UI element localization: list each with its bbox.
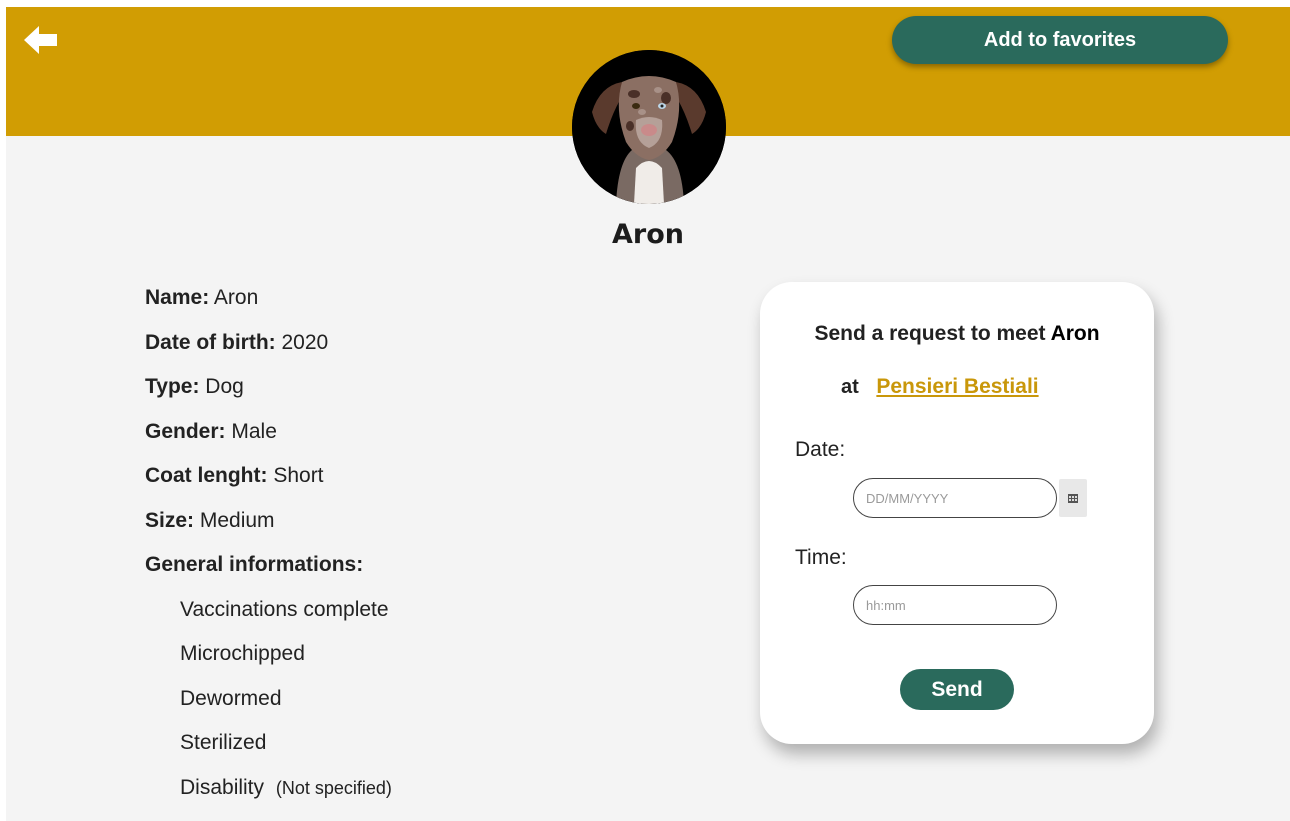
detail-value: Aron	[213, 286, 259, 309]
date-input[interactable]	[853, 478, 1057, 518]
venue-row: at Pensieri Bestiali	[841, 375, 1039, 399]
info-item-microchipped: Microchipped	[180, 642, 305, 665]
disability-note: (Not specified)	[275, 777, 392, 798]
detail-label: Coat lenght:	[145, 464, 268, 487]
card-title: Send a request to meet Aron	[760, 322, 1154, 346]
info-item-label: Disability	[180, 775, 265, 799]
detail-value: 2020	[281, 330, 329, 354]
detail-value: Medium	[199, 508, 275, 532]
at-label: at	[841, 376, 859, 398]
meet-request-card: Send a request to meet Aron at Pensieri …	[760, 282, 1154, 744]
detail-coat-length: Coat lenght: Short	[145, 461, 392, 506]
card-pet-name: Aron	[1050, 322, 1100, 345]
detail-label: Name:	[145, 286, 210, 309]
detail-name: Name: Aron	[145, 283, 392, 328]
detail-gender: Gender: Male	[145, 417, 392, 462]
send-button[interactable]: Send	[900, 669, 1014, 710]
detail-value: Short	[273, 464, 324, 487]
arrow-left-icon	[24, 26, 57, 54]
time-label: Time:	[795, 546, 847, 569]
detail-size: Size: Medium	[145, 506, 392, 551]
detail-label: Type:	[145, 375, 200, 398]
detail-date-of-birth: Date of birth: 2020	[145, 328, 392, 373]
detail-type: Type: Dog	[145, 372, 392, 417]
info-item-dewormed: Dewormed	[180, 686, 282, 710]
page: Add to favorites Aron Name: Aron Date of…	[6, 7, 1290, 821]
detail-label: Gender:	[145, 419, 226, 443]
back-button[interactable]	[24, 26, 58, 54]
calendar-button[interactable]	[1059, 479, 1087, 517]
detail-label: Size:	[145, 508, 195, 532]
info-item-disability: Disability (Not specified)	[145, 773, 392, 818]
venue-link[interactable]: Pensieri Bestiali	[876, 375, 1038, 398]
calendar-icon	[1068, 493, 1078, 503]
pet-avatar	[572, 50, 726, 204]
dog-photo	[572, 50, 726, 204]
info-item-vaccinations: Vaccinations complete	[180, 597, 389, 621]
add-to-favorites-button[interactable]: Add to favorites	[892, 16, 1228, 64]
detail-value: Dog	[205, 375, 244, 398]
pet-name-title: Aron	[612, 219, 684, 250]
general-info-heading: General informations:	[145, 550, 392, 595]
time-input[interactable]	[853, 585, 1057, 625]
detail-value: Male	[231, 419, 277, 443]
card-title-text: Send a request to meet	[814, 322, 1046, 345]
date-label: Date:	[795, 438, 846, 461]
pet-details: Name: Aron Date of birth: 2020 Type: Dog…	[145, 283, 392, 817]
info-item-sterilized: Sterilized	[180, 731, 267, 754]
detail-label: General informations:	[145, 553, 364, 576]
detail-label: Date of birth:	[145, 330, 276, 354]
